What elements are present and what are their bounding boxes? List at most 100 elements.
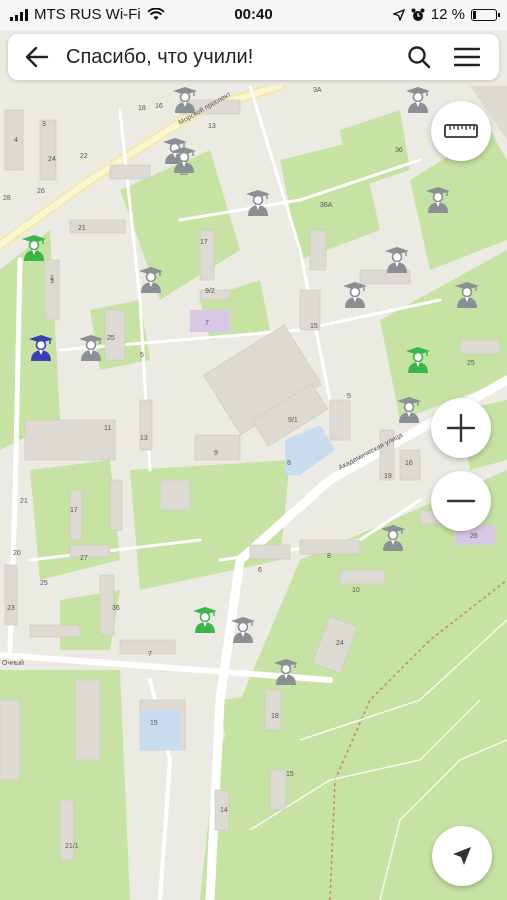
header-bar: Спасибо, что учили! <box>8 34 499 80</box>
svg-text:28: 28 <box>3 195 11 202</box>
search-icon <box>408 46 431 69</box>
svg-text:20: 20 <box>13 550 21 557</box>
graduate-marker[interactable] <box>405 346 431 374</box>
status-bar: MTS RUS Wi-Fi 00:40 12 % <box>0 0 507 30</box>
svg-text:3А: 3А <box>313 87 322 94</box>
graduate-icon <box>406 87 430 113</box>
graduate-icon <box>455 282 479 308</box>
hamburger-menu-icon <box>454 47 480 67</box>
graduate-marker[interactable] <box>342 281 368 309</box>
graduate-icon <box>274 659 298 685</box>
svg-text:7: 7 <box>148 651 152 658</box>
svg-text:27: 27 <box>80 555 88 562</box>
svg-text:15: 15 <box>286 771 294 778</box>
svg-text:36: 36 <box>112 605 120 612</box>
svg-text:16: 16 <box>155 103 163 110</box>
svg-text:14: 14 <box>220 807 228 814</box>
svg-text:10: 10 <box>352 587 360 594</box>
graduate-icon <box>385 247 409 273</box>
svg-text:26: 26 <box>37 188 45 195</box>
svg-text:11: 11 <box>104 425 111 432</box>
svg-text:6: 6 <box>258 567 262 574</box>
svg-text:21: 21 <box>78 225 86 232</box>
svg-text:9: 9 <box>214 450 218 457</box>
graduate-icon <box>173 87 197 113</box>
battery-icon <box>471 8 500 21</box>
graduate-icon <box>29 335 53 361</box>
graduate-marker[interactable] <box>384 246 410 274</box>
page-title: Спасибо, что учили! <box>66 45 254 68</box>
graduate-icon <box>343 282 367 308</box>
svg-text:13: 13 <box>140 435 148 442</box>
graduate-marker[interactable] <box>454 281 480 309</box>
zoom-out-button[interactable] <box>431 471 491 531</box>
svg-text:9/2: 9/2 <box>205 288 215 295</box>
graduate-marker[interactable] <box>380 524 406 552</box>
ruler-button[interactable] <box>431 101 491 161</box>
graduate-icon <box>22 235 46 261</box>
graduate-icon <box>79 335 103 361</box>
graduate-marker[interactable] <box>230 616 256 644</box>
svg-text:9/1: 9/1 <box>288 417 298 424</box>
svg-text:4: 4 <box>14 137 18 144</box>
svg-text:26: 26 <box>470 533 478 540</box>
graduate-marker[interactable] <box>273 658 299 686</box>
graduate-marker[interactable] <box>138 266 164 294</box>
graduate-icon <box>426 187 450 213</box>
svg-text:15: 15 <box>310 323 318 330</box>
ruler-icon <box>444 124 478 138</box>
battery-percent: 12 % <box>430 6 465 23</box>
svg-text:24: 24 <box>48 156 56 163</box>
graduate-marker[interactable] <box>21 234 47 262</box>
search-button[interactable] <box>395 34 443 80</box>
graduate-marker[interactable] <box>396 396 422 424</box>
svg-text:7: 7 <box>205 320 209 327</box>
svg-text:24: 24 <box>336 640 344 647</box>
svg-text:21/1: 21/1 <box>65 843 79 850</box>
svg-text:1: 1 <box>50 275 54 282</box>
svg-text:25: 25 <box>107 335 115 342</box>
svg-text:13: 13 <box>208 123 216 130</box>
svg-text:25: 25 <box>40 580 48 587</box>
location-arrow-icon <box>392 8 405 21</box>
zoom-in-button[interactable] <box>431 398 491 458</box>
graduate-icon <box>406 347 430 373</box>
plus-icon <box>446 413 476 443</box>
back-button[interactable] <box>8 34 66 80</box>
graduate-icon <box>397 397 421 423</box>
graduate-marker[interactable] <box>405 86 431 114</box>
graduate-icon <box>193 607 217 633</box>
graduate-marker[interactable] <box>172 86 198 114</box>
svg-text:5: 5 <box>140 352 144 359</box>
svg-text:23: 23 <box>7 605 15 612</box>
navigation-arrow-icon <box>453 847 471 865</box>
svg-text:15: 15 <box>150 720 158 727</box>
graduate-marker[interactable] <box>28 334 54 362</box>
svg-text:18: 18 <box>271 713 279 720</box>
svg-text:17: 17 <box>200 239 208 246</box>
locate-button[interactable] <box>432 826 492 886</box>
svg-text:36: 36 <box>395 147 403 154</box>
graduate-marker[interactable] <box>192 606 218 634</box>
svg-text:3: 3 <box>42 121 46 128</box>
svg-text:Очный: Очный <box>2 659 24 667</box>
graduate-marker[interactable] <box>78 334 104 362</box>
status-right: 12 % <box>392 6 500 23</box>
svg-text:25: 25 <box>467 360 475 367</box>
graduate-marker[interactable] <box>171 146 197 174</box>
graduate-marker[interactable] <box>245 189 271 217</box>
svg-text:19: 19 <box>384 473 392 480</box>
graduate-marker[interactable] <box>425 186 451 214</box>
svg-text:8: 8 <box>287 460 291 467</box>
graduate-icon <box>231 617 255 643</box>
minus-icon <box>446 499 476 503</box>
alarm-icon <box>411 8 425 21</box>
svg-text:8: 8 <box>327 553 331 560</box>
svg-text:21: 21 <box>20 498 28 505</box>
arrow-left-icon <box>25 46 49 68</box>
graduate-icon <box>381 525 405 551</box>
graduate-icon <box>246 190 270 216</box>
graduate-icon <box>139 267 163 293</box>
menu-button[interactable] <box>443 34 491 80</box>
graduate-icon <box>172 147 196 173</box>
